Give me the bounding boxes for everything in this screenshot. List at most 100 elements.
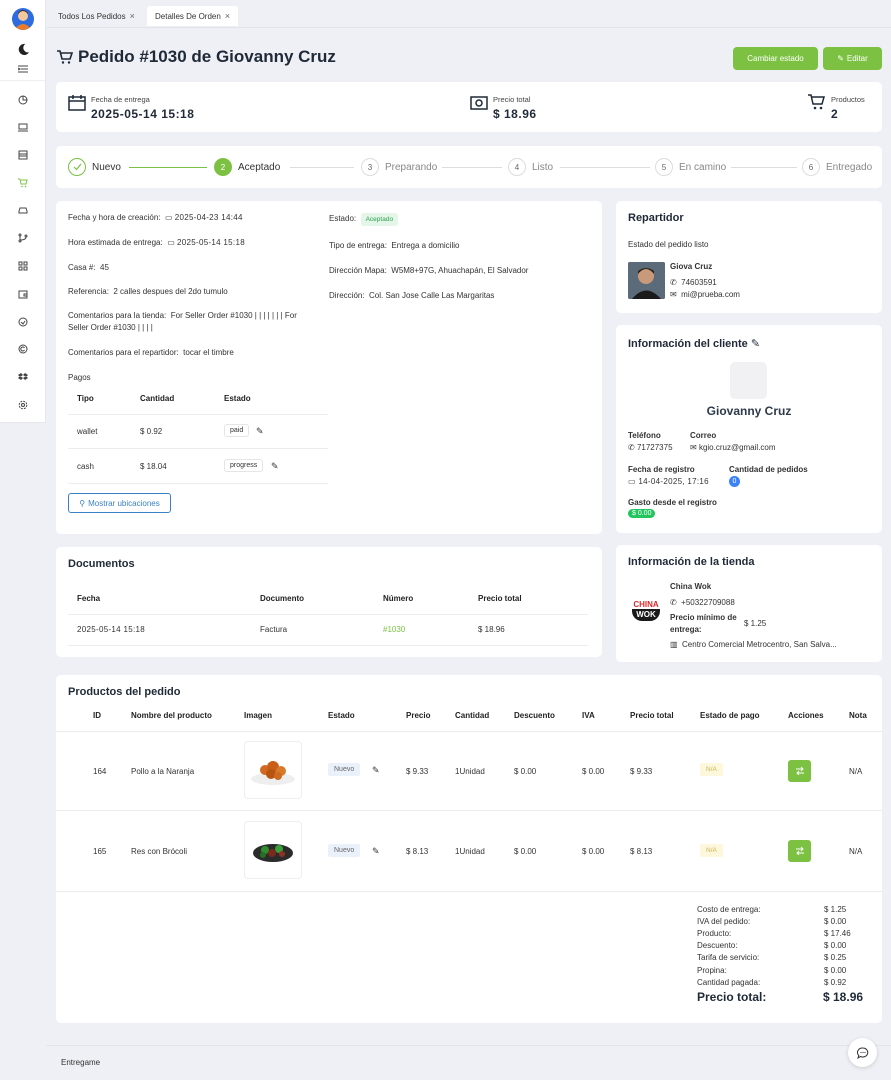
cart-icon: [807, 93, 827, 111]
total-label: IVA del pedido:: [697, 917, 751, 926]
product-id: 165: [93, 847, 107, 856]
delivery-type-row: Tipo de entrega: Entrega a domicilio: [329, 241, 459, 250]
pencil-icon[interactable]: ✎: [271, 461, 279, 472]
check-icon: [68, 158, 86, 176]
phone-icon: ✆: [670, 598, 677, 607]
products-header-price: Precio: [406, 711, 431, 720]
store-address: ▥ Centro Comercial Metrocentro, San Salv…: [670, 640, 837, 649]
avatar[interactable]: [12, 8, 34, 30]
step-en-camino: 5 En camino: [655, 158, 726, 176]
store-name: China Wok: [670, 582, 712, 591]
client-email: ✉ kgio.cruz@gmail.com: [690, 443, 776, 452]
total-value: $ 17.46: [824, 929, 851, 938]
swap-button[interactable]: [788, 760, 811, 782]
store-icon[interactable]: [16, 148, 30, 162]
product-total: $ 9.33: [630, 767, 653, 776]
address-value: Col. San Jose Calle Las Margaritas: [369, 291, 495, 300]
store-logo-text: WOK: [632, 609, 660, 621]
client-orders-badge: 0: [729, 476, 740, 487]
documents-header-number: Número: [383, 594, 414, 603]
payment-type: cash: [77, 462, 94, 471]
products-header-status: Estado: [328, 711, 355, 720]
laptop-icon[interactable]: [16, 120, 30, 134]
client-spent-label: Gasto desde el registro: [628, 498, 717, 507]
step-label: En camino: [679, 161, 727, 173]
close-icon[interactable]: ×: [225, 11, 230, 21]
close-icon[interactable]: ×: [130, 11, 135, 21]
driver-comments-value: tocar el timbre: [183, 348, 234, 357]
step-number: 3: [361, 158, 379, 176]
store-comments-value-cont: Seller Order #1030 | | | |: [68, 323, 153, 332]
show-locations-label: Mostrar ubicaciones: [88, 498, 160, 508]
tab-order-details[interactable]: Detalles De Orden ×: [147, 6, 239, 26]
chat-button[interactable]: [848, 1038, 877, 1067]
client-registration: ▭ 14-04-2025, 17:16: [628, 477, 709, 486]
payments-header-type: Tipo: [77, 394, 94, 403]
products-header-id: ID: [93, 711, 101, 720]
store-comments-label: Comentarios para la tienda:: [68, 311, 167, 320]
tab-bar: Todos Los Pedidos × Detalles De Orden ×: [46, 0, 891, 28]
step-entregado: 6 Entregado: [802, 158, 872, 176]
product-image: [244, 741, 302, 799]
pencil-icon[interactable]: ✎: [372, 846, 380, 857]
documents-title: Documentos: [68, 558, 135, 570]
eta-label: Hora estimada de entrega:: [68, 238, 163, 247]
product-status-badge: Nuevo: [328, 763, 361, 776]
show-locations-button[interactable]: ⚲ Mostrar ubicaciones: [68, 493, 171, 513]
wallet-icon[interactable]: [16, 287, 30, 301]
address-row: Dirección: Col. San Jose Calle Las Marga…: [329, 291, 494, 300]
calendar-icon: ▭: [164, 213, 173, 222]
tab-all-orders[interactable]: Todos Los Pedidos ×: [50, 6, 143, 26]
product-id: 164: [93, 767, 107, 776]
total-label: Cantidad pagada:: [697, 978, 761, 987]
page-title: Pedido #1030 de Giovanny Cruz: [56, 47, 336, 67]
change-status-button[interactable]: Cambiar estado: [733, 47, 818, 70]
car-icon[interactable]: [16, 203, 30, 217]
menu-toggle-icon[interactable]: [16, 62, 30, 76]
dropbox-icon[interactable]: [16, 370, 30, 384]
branch-icon[interactable]: [16, 231, 30, 245]
mail-icon: ✉: [670, 290, 677, 299]
copyright-icon[interactable]: [16, 342, 30, 356]
pencil-icon[interactable]: ✎: [256, 426, 264, 437]
products-header-discount: Descuento: [514, 711, 555, 720]
total-value: $ 0.00: [824, 966, 847, 975]
edit-button[interactable]: ✎ Editar: [823, 47, 882, 70]
client-spent-badge: $ 0.00: [628, 509, 656, 518]
cart-icon[interactable]: [16, 176, 30, 190]
total-row-iva: IVA del pedido: $ 0.00: [697, 917, 870, 926]
total-row-delivery: Costo de entrega: $ 1.25: [697, 905, 870, 914]
product-name: Pollo a la Naranja: [131, 767, 195, 776]
house-row: Casa #: 45: [68, 263, 109, 272]
step-label: Aceptado: [238, 161, 281, 173]
products-label: Productos: [831, 95, 865, 104]
document-number-link[interactable]: #1030: [383, 625, 405, 634]
swap-button[interactable]: [788, 840, 811, 862]
total-value: $ 0.00: [824, 917, 847, 926]
refresh-icon[interactable]: [16, 315, 30, 329]
grid-icon[interactable]: [16, 259, 30, 273]
document-total: $ 18.96: [478, 625, 505, 634]
step-number: 2: [214, 158, 232, 176]
delivery-type-label: Tipo de entrega:: [329, 241, 387, 250]
store-title: Información de la tienda: [628, 556, 755, 568]
driver-comments-label: Comentarios para el repartidor:: [68, 348, 179, 357]
total-value: $ 0.92: [824, 978, 847, 987]
product-note: N/A: [849, 767, 863, 776]
pencil-icon[interactable]: ✎: [372, 765, 380, 776]
pencil-icon[interactable]: ✎: [751, 338, 760, 350]
products-header-name: Nombre del producto: [131, 711, 212, 720]
grand-total-label: Precio total:: [697, 990, 767, 1004]
phone-icon: ✆: [628, 443, 635, 452]
settings-icon[interactable]: [16, 398, 30, 412]
moon-icon[interactable]: [16, 42, 30, 56]
products-header-note: Nota: [849, 711, 867, 720]
store-min-label-cont: entrega:: [670, 625, 702, 634]
driver-comments-row: Comentarios para el repartidor: tocar el…: [68, 348, 234, 357]
money-icon: [470, 96, 488, 110]
products-header-quantity: Cantidad: [455, 711, 490, 720]
total-label: Producto:: [697, 929, 732, 938]
dashboard-icon[interactable]: [16, 93, 30, 107]
house-label: Casa #:: [68, 263, 96, 272]
payment-amount: $ 0.92: [140, 427, 163, 436]
